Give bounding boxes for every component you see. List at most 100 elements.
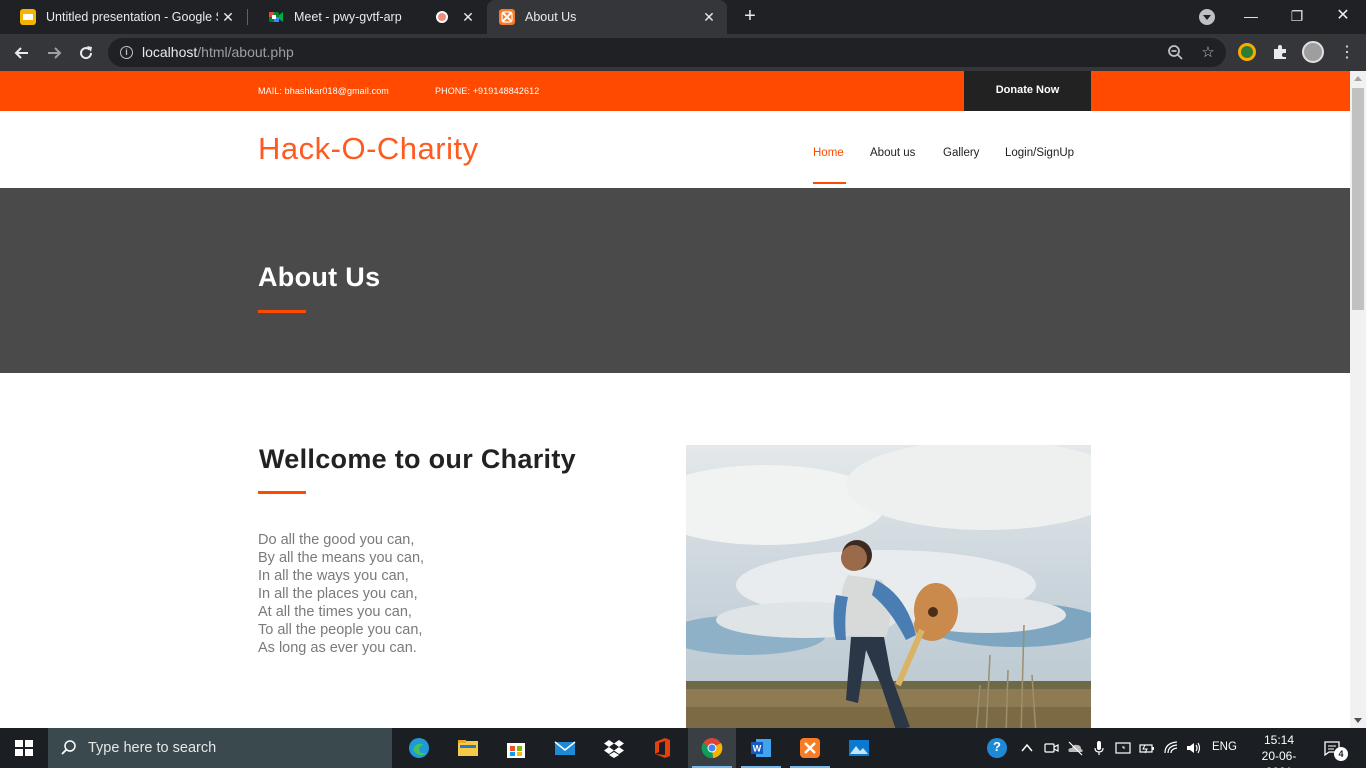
tab-title: Untitled presentation - Google Sl — [46, 10, 218, 24]
volume-icon[interactable] — [1185, 739, 1203, 757]
edge-icon — [409, 738, 429, 758]
heading-underline — [258, 491, 306, 494]
contact-bar: MAIL: bhashkar018@gmail.com PHONE: +9191… — [0, 71, 1350, 111]
profile-avatar[interactable] — [1302, 41, 1324, 63]
chrome-icon — [701, 738, 723, 759]
folder-icon — [458, 740, 478, 756]
battery-icon[interactable] — [1138, 739, 1156, 757]
poem-line: Do all the good you can, — [258, 532, 415, 548]
url-host: localhost — [142, 44, 198, 60]
poem-line: As long as ever you can. — [258, 640, 417, 656]
url-path: /html/about.php — [197, 44, 294, 60]
windows-logo-icon — [15, 740, 33, 756]
donate-button[interactable]: Donate Now — [964, 71, 1091, 111]
notifications-icon[interactable]: 4 — [1322, 739, 1348, 761]
welcome-heading: Wellcome to our Charity — [259, 444, 576, 474]
page-hero: About Us — [0, 188, 1350, 373]
tab-search-icon[interactable] — [1199, 9, 1215, 25]
meet-now-icon[interactable] — [1042, 739, 1060, 757]
clock-date: 20-06-2021 — [1261, 749, 1297, 779]
taskbar-word[interactable]: W — [737, 728, 785, 768]
poem-line: In all the ways you can, — [258, 568, 409, 584]
xampp-icon — [800, 738, 820, 758]
microphone-icon[interactable] — [1090, 739, 1108, 757]
page-title: About Us — [258, 262, 381, 292]
wifi-icon[interactable] — [1162, 739, 1180, 757]
browser-toolbar: i localhost/html/about.php ☆ ⋮ — [0, 34, 1366, 71]
nav-gallery[interactable]: Gallery — [943, 147, 979, 159]
system-clock[interactable]: 15:14 20-06-2021 — [1250, 732, 1308, 780]
reload-button[interactable] — [73, 40, 99, 66]
clock-time: 15:14 — [1263, 733, 1295, 747]
forward-button[interactable] — [41, 40, 67, 66]
charity-photo-boy-with-guitar — [686, 445, 1091, 728]
tab-about-us[interactable]: About Us ✕ — [487, 0, 727, 34]
taskbar-xampp[interactable] — [786, 728, 834, 768]
tab-google-slides[interactable]: Untitled presentation - Google Sl ✕ — [0, 0, 246, 34]
taskbar-search-box[interactable]: Type here to search — [48, 728, 392, 768]
tab-google-meet[interactable]: Meet - pwy-gvtf-arp ✕ — [248, 0, 486, 34]
taskbar-chrome[interactable] — [688, 728, 736, 768]
address-bar[interactable]: i localhost/html/about.php ☆ — [108, 38, 1226, 67]
close-icon[interactable]: ✕ — [699, 9, 719, 26]
bookmark-star-icon[interactable]: ☆ — [1198, 43, 1218, 63]
start-button[interactable] — [0, 728, 48, 768]
zoom-icon[interactable] — [1166, 43, 1186, 63]
scrollbar-thumb[interactable] — [1352, 88, 1364, 310]
display-icon[interactable] — [1114, 739, 1132, 757]
extension-icon[interactable] — [1238, 43, 1256, 61]
taskbar-edge[interactable] — [395, 728, 443, 768]
help-icon[interactable]: ? — [987, 738, 1007, 758]
word-icon: W — [751, 739, 771, 757]
onedrive-icon[interactable] — [1066, 739, 1084, 757]
back-button[interactable] — [9, 40, 35, 66]
info-icon[interactable]: i — [120, 46, 133, 59]
arrow-left-icon — [14, 47, 28, 59]
page-scrollbar[interactable] — [1350, 71, 1366, 728]
scroll-up-icon[interactable] — [1354, 76, 1362, 81]
notification-count-badge: 4 — [1334, 747, 1348, 761]
taskbar-file-explorer[interactable] — [444, 728, 492, 768]
extensions-puzzle-icon[interactable] — [1271, 43, 1289, 61]
poem-text: Do all the good you can, By all the mean… — [258, 531, 424, 657]
scroll-down-icon[interactable] — [1354, 718, 1362, 723]
photos-icon — [849, 740, 869, 756]
nav-active-indicator — [813, 182, 846, 184]
taskbar-dropbox[interactable] — [590, 728, 638, 768]
search-icon — [61, 740, 76, 755]
taskbar-mail[interactable] — [541, 728, 589, 768]
window-close-button[interactable]: ✕ — [1320, 0, 1366, 34]
dropbox-icon — [604, 740, 624, 758]
svg-text:W: W — [753, 744, 762, 754]
close-icon[interactable]: ✕ — [218, 9, 238, 26]
tab-title: Meet - pwy-gvtf-arp — [294, 10, 402, 24]
contact-mail: MAIL: bhashkar018@gmail.com — [258, 86, 389, 96]
reload-icon — [80, 46, 93, 60]
close-icon[interactable]: ✕ — [458, 9, 478, 26]
poem-line: By all the means you can, — [258, 550, 425, 566]
title-underline — [258, 310, 306, 313]
chevron-up-icon[interactable] — [1018, 739, 1036, 757]
new-tab-button[interactable]: + — [738, 4, 762, 28]
nav-login-signup[interactable]: Login/SignUp — [1005, 147, 1074, 159]
input-language[interactable]: ENG — [1212, 741, 1237, 753]
office-icon — [655, 738, 670, 758]
taskbar-photos[interactable] — [835, 728, 883, 768]
poem-line: In all the places you can, — [258, 586, 418, 602]
tab-title: About Us — [525, 10, 577, 24]
restore-button[interactable]: ❐ — [1274, 0, 1320, 34]
nav-home[interactable]: Home — [813, 147, 844, 159]
site-logo[interactable]: Hack-O-Charity — [258, 131, 479, 167]
poem-line: At all the times you can, — [258, 604, 412, 620]
browser-tab-strip: Untitled presentation - Google Sl ✕ Meet… — [0, 0, 1366, 34]
taskbar-office[interactable] — [638, 728, 686, 768]
poem-line: To all the people you can, — [258, 622, 423, 638]
menu-kebab-icon[interactable]: ⋮ — [1334, 40, 1360, 66]
xampp-icon — [499, 9, 515, 25]
nav-about-us[interactable]: About us — [870, 147, 915, 159]
search-placeholder: Type here to search — [88, 740, 217, 756]
minimize-button[interactable]: — — [1228, 0, 1274, 34]
google-slides-icon — [20, 9, 36, 25]
taskbar-store[interactable] — [492, 728, 540, 768]
url-text[interactable]: localhost/html/about.php — [142, 44, 294, 60]
